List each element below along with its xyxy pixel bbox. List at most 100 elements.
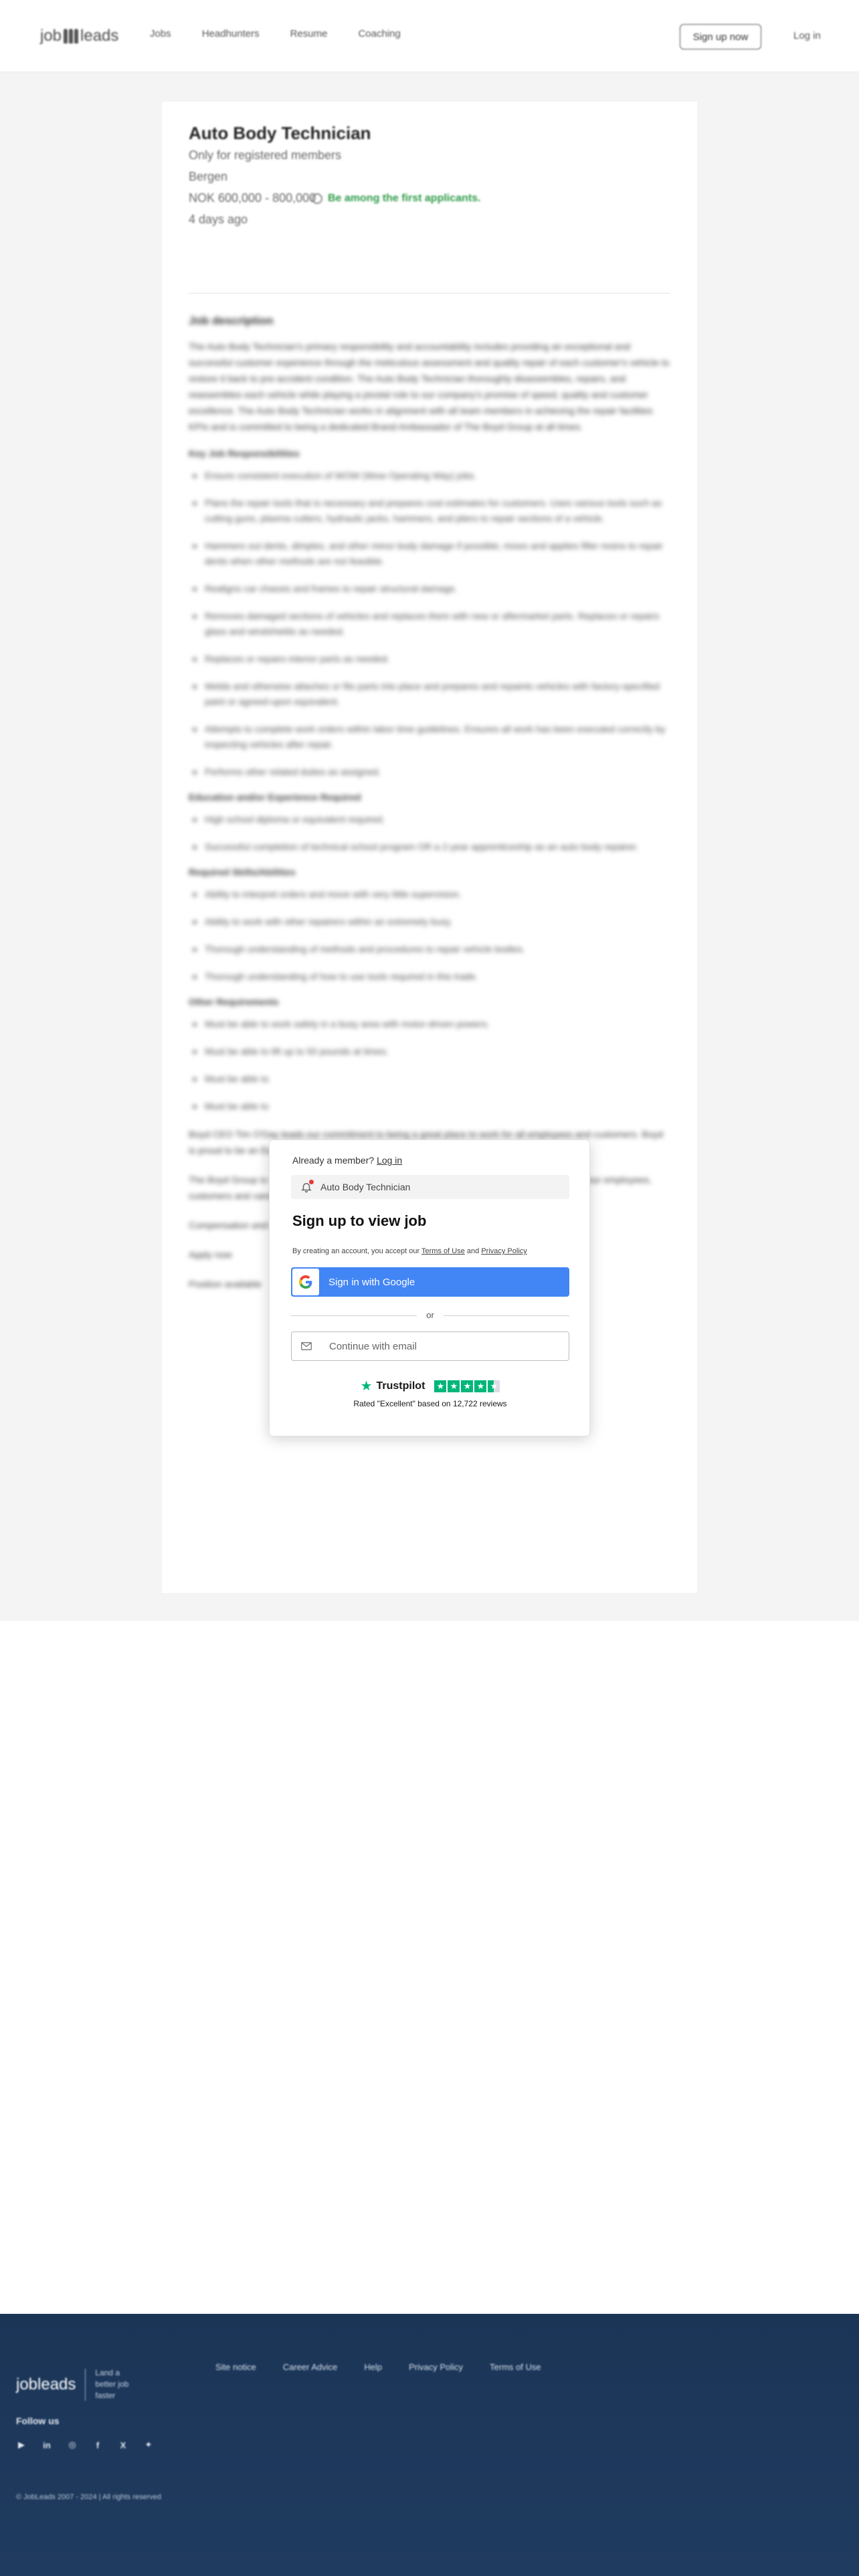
instagram-icon[interactable]: ◎ [67, 2440, 78, 2450]
section-heading: Required Skills/Abilities [189, 867, 296, 877]
bluesky-icon[interactable]: ✦ [143, 2440, 154, 2450]
star-icon: ★ [474, 1380, 487, 1392]
first-applicants-text: Be among the first applicants. [328, 193, 481, 204]
list-item: Hammers out dents, dimples, and other mi… [189, 538, 670, 569]
description-heading: Job description [189, 314, 274, 327]
youtube-icon[interactable]: ▶ [16, 2440, 27, 2450]
signup-modal: Already a member? Log in Auto Body Techn… [269, 1140, 590, 1436]
list-item: Realigns car chassis and frames to repai… [189, 581, 670, 597]
list-item: High school diploma or equivalent requir… [189, 812, 670, 827]
footer-logo-text: jobleads [16, 2375, 76, 2393]
responsibilities-list: Ensure consistent execution of WOW (Wow … [189, 468, 670, 780]
job-title: Auto Body Technician [189, 123, 371, 143]
list-item: Ensure consistent execution of WOW (Wow … [189, 468, 670, 484]
list-item: Must be able to work safely in a busy ar… [189, 1016, 670, 1032]
continue-with-email-button[interactable]: Continue with email [291, 1331, 569, 1361]
footer-logo[interactable]: jobleads Land a better job faster [16, 2367, 132, 2401]
email-button-label: Continue with email [329, 1340, 417, 1352]
footer-link-help[interactable]: Help [364, 2362, 382, 2372]
trustpilot-rating-text: Rated "Excellent" based on 12,722 review… [353, 1399, 507, 1408]
or-separator: or [291, 1310, 569, 1321]
site-footer: jobleads Land a better job faster Site n… [0, 2314, 859, 2576]
list-item: Welds and otherwise attaches or fits par… [189, 679, 670, 710]
job-chip-label: Auto Body Technician [320, 1182, 411, 1192]
follow-us-heading: Follow us [16, 2416, 60, 2426]
half-star-icon: ★ [488, 1380, 500, 1392]
footer-logo-divider [85, 2368, 86, 2401]
trustpilot-widget[interactable]: ★ Trustpilot ★ ★ ★ ★ ★ Rated "Excellent"… [270, 1380, 591, 1408]
terms-prefix: By creating an account, you accept our [292, 1247, 420, 1255]
social-links: ▶ in ◎ f X ✦ [16, 2440, 154, 2450]
education-list: High school diploma or equivalent requir… [189, 812, 670, 855]
skills-list: Ability to interpret orders and move wit… [189, 887, 670, 984]
signup-button[interactable]: Sign up now [680, 24, 761, 49]
nav-resume[interactable]: Resume [290, 28, 328, 39]
star-icon: ★ [461, 1380, 474, 1392]
list-item: Plans the repair tools that is necessary… [189, 496, 670, 526]
section-heading: Key Job Responsibilities [189, 448, 300, 459]
facebook-icon[interactable]: f [92, 2440, 103, 2450]
jobleads-logo[interactable]: job leads [40, 25, 118, 47]
login-link[interactable]: Log in [793, 30, 821, 41]
bell-notification-icon [300, 1180, 314, 1193]
trustpilot-rating-stars: ★ ★ ★ ★ ★ [434, 1380, 500, 1392]
terms-of-use-link[interactable]: Terms of Use [421, 1247, 465, 1255]
list-item: Must be able to [189, 1099, 670, 1114]
job-location: Bergen [189, 170, 228, 183]
terms-and: and [466, 1247, 480, 1255]
list-item: Thorough understanding of methods and pr… [189, 942, 670, 957]
footer-link-career-advice[interactable]: Career Advice [283, 2362, 338, 2372]
logo-figures-icon [64, 29, 79, 43]
footer-link-privacy[interactable]: Privacy Policy [409, 2362, 463, 2372]
linkedin-icon[interactable]: in [41, 2440, 52, 2450]
already-member-text: Already a member? [292, 1155, 375, 1166]
footer-link-site-notice[interactable]: Site notice [215, 2362, 256, 2372]
copyright: © JobLeads 2007 - 2024 | All rights rese… [16, 2493, 162, 2501]
nav-coaching[interactable]: Coaching [358, 28, 400, 39]
modal-title: Sign up to view job [292, 1212, 427, 1229]
privacy-policy-link[interactable]: Privacy Policy [481, 1247, 527, 1255]
trustpilot-star-icon: ★ [360, 1379, 373, 1394]
footer-tagline: Land a better job faster [95, 2368, 129, 2400]
section-heading: Education and/or Experience Required [189, 792, 361, 802]
list-item: Performs other related duties as assigne… [189, 764, 670, 780]
other-requirements-list: Must be able to work safely in a busy ar… [189, 1016, 670, 1114]
x-icon[interactable]: X [118, 2440, 128, 2450]
list-item: Replaces or repairs interior parts as ne… [189, 651, 670, 667]
logo-text-right: leads [80, 27, 119, 45]
google-icon [292, 1269, 319, 1295]
section-heading: Other Requirements [189, 996, 279, 1007]
job-posted-date: 4 days ago [189, 213, 248, 226]
list-item: Removes damaged sections of vehicles and… [189, 609, 670, 639]
main-nav: Jobs Headhunters Resume Coaching [150, 28, 432, 39]
logo-text-left: job [40, 27, 62, 45]
job-salary: NOK 600,000 - 800,000 [189, 191, 316, 205]
clock-icon [312, 193, 322, 204]
star-icon: ★ [448, 1380, 460, 1392]
list-item: Must be able to [189, 1071, 670, 1087]
divider [189, 293, 670, 294]
job-visibility: Only for registered members [189, 148, 342, 162]
terms-notice: By creating an account, you accept our T… [292, 1247, 527, 1255]
site-header: job leads Jobs Headhunters Resume Coachi… [0, 0, 859, 72]
modal-login-link[interactable]: Log in [377, 1155, 402, 1166]
list-item: Ability to work with other repairers wit… [189, 914, 670, 930]
list-item: Ability to interpret orders and move wit… [189, 887, 670, 902]
google-signin-label: Sign in with Google [328, 1276, 415, 1288]
list-item: Attempts to complete work orders within … [189, 722, 670, 752]
list-item: Successful completion of technical schoo… [189, 839, 670, 855]
already-member-row: Already a member? Log in [292, 1155, 402, 1166]
footer-links: Site notice Career Advice Help Privacy P… [215, 2362, 568, 2372]
list-item: Thorough understanding of how to use too… [189, 969, 670, 984]
nav-headhunters[interactable]: Headhunters [202, 28, 260, 39]
footer-link-terms[interactable]: Terms of Use [490, 2362, 541, 2372]
list-item: Must be able to lift up to 50 pounds at … [189, 1044, 670, 1059]
mail-icon [301, 1342, 312, 1350]
trustpilot-name: Trustpilot [376, 1380, 425, 1392]
star-icon: ★ [434, 1380, 447, 1392]
job-chip: Auto Body Technician [291, 1175, 569, 1199]
description-summary: The Auto Body Technician's primary respo… [189, 341, 670, 432]
nav-jobs[interactable]: Jobs [150, 28, 171, 39]
google-signin-button[interactable]: Sign in with Google [291, 1267, 569, 1297]
first-applicants-badge: Be among the first applicants. [312, 193, 480, 205]
